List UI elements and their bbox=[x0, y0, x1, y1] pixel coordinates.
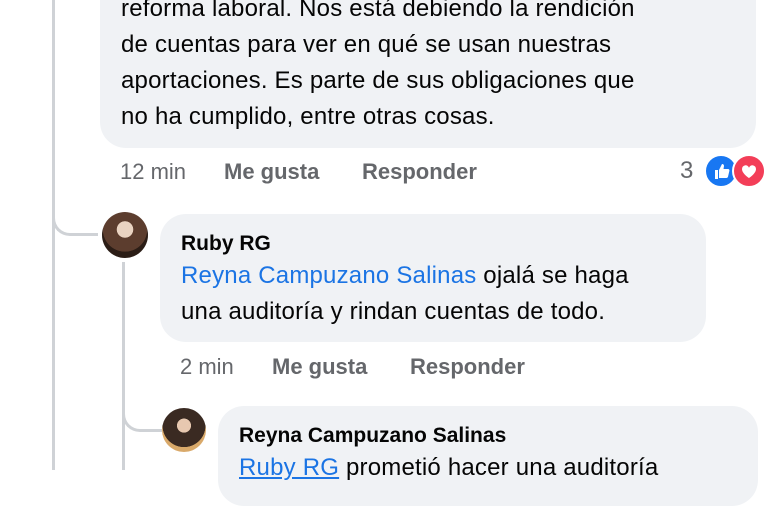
comment-bubble-1: reforma laboral. Nos está debiendo la re… bbox=[100, 0, 756, 148]
comment-3-mention[interactable]: Ruby RG bbox=[239, 454, 339, 481]
comment-bubble-2: Ruby RG Reyna Campuzano Salinas ojalá se… bbox=[160, 214, 706, 342]
thread-connector-2 bbox=[122, 388, 162, 432]
thread-line-main bbox=[52, 0, 55, 470]
avatar-reyna[interactable] bbox=[162, 408, 206, 452]
thread-line-reply bbox=[122, 262, 125, 470]
comment-1-line-1: reforma laboral. Nos está debiendo la re… bbox=[121, 0, 635, 22]
comment-1-actions: 12 min Me gusta Responder bbox=[120, 159, 760, 187]
comment-2-author[interactable]: Ruby RG bbox=[181, 232, 271, 256]
thread-connector-1 bbox=[52, 196, 98, 236]
reactions[interactable] bbox=[704, 154, 768, 188]
avatar-ruby[interactable] bbox=[102, 212, 148, 258]
comment-2-text-1: ojalá se haga bbox=[476, 262, 629, 289]
comment-1-time[interactable]: 12 min bbox=[120, 159, 186, 185]
comment-1-line-3: aportaciones. Es parte de sus obligacion… bbox=[121, 67, 635, 94]
comment-2-time[interactable]: 2 min bbox=[180, 354, 234, 380]
comment-2-actions: 2 min Me gusta Responder bbox=[180, 354, 680, 382]
comment-2-reply-button[interactable]: Responder bbox=[410, 354, 525, 380]
comment-1-like-button[interactable]: Me gusta bbox=[224, 159, 319, 185]
comment-3-text-1: prometió hacer una auditoría bbox=[339, 454, 659, 481]
comment-2-mention[interactable]: Reyna Campuzano Salinas bbox=[181, 262, 476, 289]
love-icon bbox=[732, 154, 766, 188]
reaction-count[interactable]: 3 bbox=[680, 157, 693, 185]
comment-2-like-button[interactable]: Me gusta bbox=[272, 354, 367, 380]
comment-bubble-3: Reyna Campuzano Salinas Ruby RG prometió… bbox=[218, 406, 758, 506]
comment-1-line-2: de cuentas para ver en qué se usan nuest… bbox=[121, 31, 612, 58]
comment-3-author[interactable]: Reyna Campuzano Salinas bbox=[239, 424, 506, 448]
comment-2-text-2: una auditoría y rindan cuentas de todo. bbox=[181, 298, 606, 325]
comment-1-reply-button[interactable]: Responder bbox=[362, 159, 477, 185]
comment-1-line-4: no ha cumplido, entre otras cosas. bbox=[121, 103, 495, 130]
